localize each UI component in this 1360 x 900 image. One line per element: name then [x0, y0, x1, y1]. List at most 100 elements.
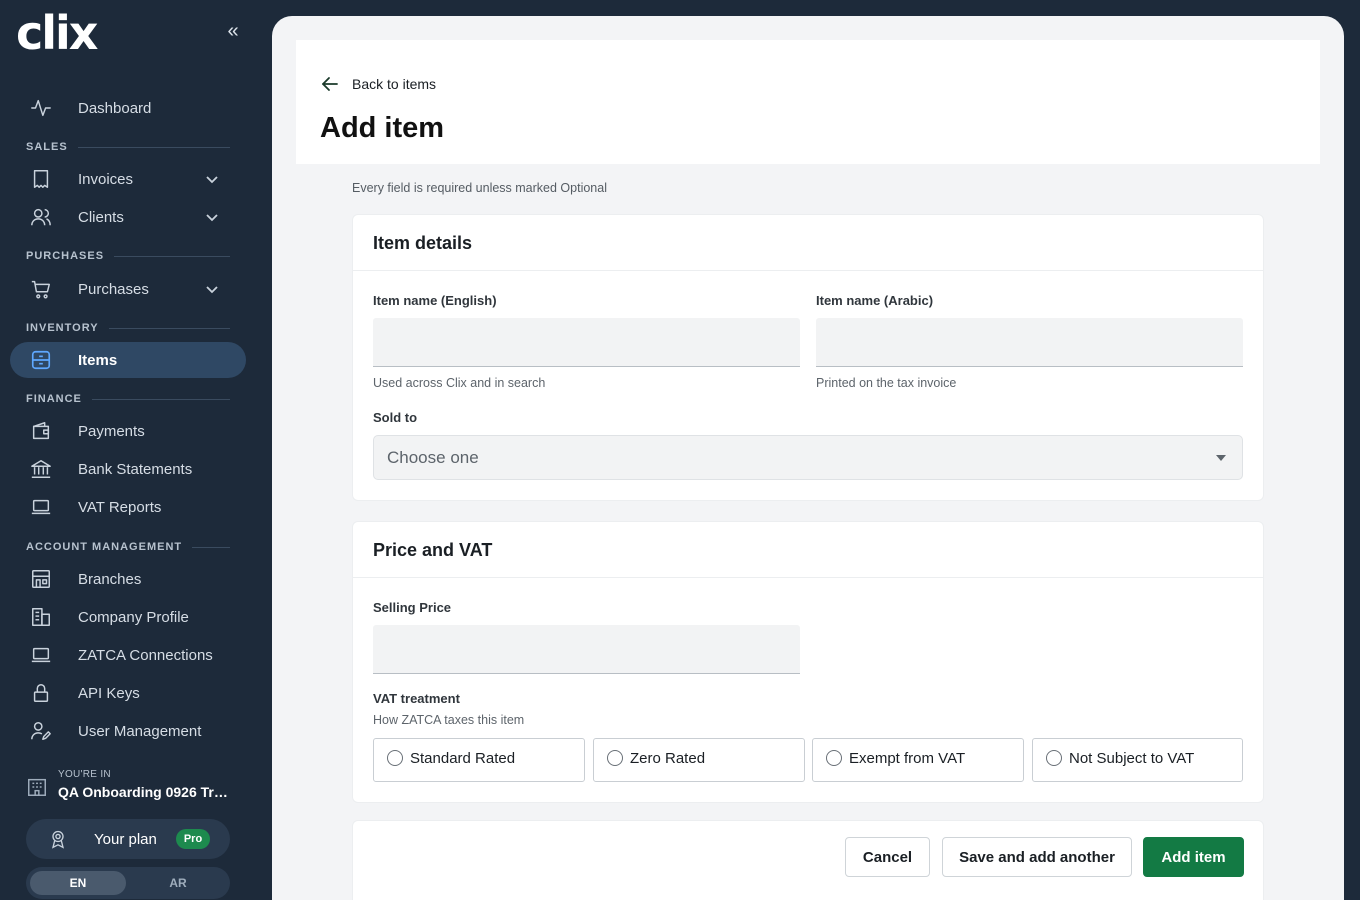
sidebar-item-api-keys[interactable]: API Keys: [10, 675, 246, 711]
chevron-down-icon: [206, 176, 218, 184]
language-toggle: EN AR: [26, 867, 230, 899]
item-name-en-input[interactable]: [373, 318, 800, 367]
card-header: Item details: [353, 215, 1263, 271]
sidebar-item-bank-statements[interactable]: Bank Statements: [10, 451, 246, 487]
selling-price-input[interactable]: [373, 625, 800, 674]
sidebar-item-user-management[interactable]: User Management: [10, 713, 246, 749]
main-content: Back to items Add item Every field is re…: [272, 16, 1344, 900]
radio-label: Zero Rated: [630, 750, 706, 767]
sidebar-item-clients[interactable]: Clients: [10, 199, 246, 235]
users-icon: [31, 208, 51, 226]
sidebar-item-invoices[interactable]: Invoices: [10, 161, 246, 197]
sold-to-select[interactable]: Choose one: [373, 435, 1243, 480]
sidebar-item-label: Clients: [78, 208, 124, 226]
section-purchases: PURCHASES: [26, 249, 230, 263]
bank-icon: [31, 460, 51, 478]
language-en[interactable]: EN: [30, 871, 126, 895]
award-icon: [52, 830, 64, 849]
divider: [77, 146, 230, 148]
section-label: INVENTORY: [26, 322, 99, 334]
sidebar-item-label: Branches: [78, 570, 142, 588]
vat-option-zero-rated[interactable]: Zero Rated: [593, 738, 805, 782]
back-to-items-link[interactable]: Back to items: [320, 74, 436, 94]
workspace-name: QA Onboarding 0926 Trading: [58, 784, 234, 800]
form-actions: Cancel Save and add another Add item: [352, 820, 1264, 900]
back-label: Back to items: [352, 76, 437, 92]
chevron-down-icon: [206, 214, 218, 222]
clix-logo[interactable]: clix: [16, 6, 98, 60]
sidebar-item-label: Invoices: [78, 170, 134, 188]
radio-circle: [1046, 750, 1062, 766]
save-and-add-another-button[interactable]: Save and add another: [942, 837, 1132, 877]
sidebar-item-label: Payments: [78, 422, 145, 440]
item-details-card: Item details Item name (English) Used ac…: [352, 214, 1264, 501]
sidebar-item-label: VAT Reports: [78, 498, 162, 516]
divider: [108, 327, 230, 329]
sidebar-item-company-profile[interactable]: Company Profile: [10, 599, 246, 635]
cart-icon: [31, 280, 50, 299]
collapse-sidebar-button[interactable]: «: [222, 20, 244, 42]
required-hint: Every field is required unless marked Op…: [352, 181, 607, 195]
sidebar-item-branches[interactable]: Branches: [10, 561, 246, 597]
radio-circle: [826, 750, 842, 766]
sidebar-item-dashboard[interactable]: Dashboard: [10, 90, 246, 126]
section-finance: FINANCE: [26, 392, 230, 406]
item-name-ar-help: Printed on the tax invoice: [816, 376, 957, 390]
wallet-icon: [32, 422, 50, 440]
plan-label: Your plan: [94, 830, 157, 848]
sidebar-item-items[interactable]: Items: [10, 342, 246, 378]
radio-label: Exempt from VAT: [849, 750, 966, 767]
sidebar-item-label: Purchases: [78, 280, 149, 298]
sidebar-item-payments[interactable]: Payments: [10, 413, 246, 449]
sidebar-item-label: Bank Statements: [78, 460, 193, 478]
add-item-button[interactable]: Add item: [1143, 837, 1244, 877]
your-plan-button[interactable]: Your plan Pro: [26, 819, 230, 859]
item-name-en-label: Item name (English): [373, 293, 497, 308]
language-ar[interactable]: AR: [130, 871, 226, 895]
user-edit-icon: [31, 722, 51, 740]
section-label: SALES: [26, 141, 68, 153]
sidebar-item-zatca-connections[interactable]: ZATCA Connections: [10, 637, 246, 673]
building-icon: [28, 778, 46, 796]
section-sales: SALES: [26, 140, 230, 154]
workspace-caption: YOU'RE IN: [58, 769, 111, 780]
radio-circle: [607, 750, 623, 766]
item-name-ar-input[interactable]: [816, 318, 1243, 367]
radio-circle: [387, 750, 403, 766]
double-chevron-left-icon: «: [227, 20, 239, 42]
lock-icon: [33, 684, 49, 702]
store-icon: [32, 570, 50, 588]
radio-label: Standard Rated: [410, 750, 516, 767]
building-icon: [32, 608, 50, 626]
price-vat-card: Price and VAT Selling Price VAT treatmen…: [352, 521, 1264, 803]
section-label: PURCHASES: [26, 250, 105, 262]
sidebar-item-vat-reports[interactable]: VAT Reports: [10, 489, 246, 525]
cancel-button[interactable]: Cancel: [845, 837, 930, 877]
vat-treatment-help: How ZATCA taxes this item: [373, 713, 525, 727]
vat-option-exempt[interactable]: Exempt from VAT: [812, 738, 1024, 782]
chevron-down-icon: [206, 286, 218, 294]
divider: [114, 255, 230, 257]
sidebar: clix « Dashboard SALES Invoices Clients …: [0, 0, 272, 900]
logo-text: clix: [16, 6, 98, 60]
section-account-management: ACCOUNT MANAGEMENT: [26, 540, 230, 554]
sidebar-item-purchases[interactable]: Purchases: [10, 271, 246, 307]
divider: [192, 546, 230, 548]
sidebar-item-label: Items: [78, 351, 118, 369]
vat-option-not-subject[interactable]: Not Subject to VAT: [1032, 738, 1243, 782]
vat-treatment-label: VAT treatment: [373, 691, 460, 706]
sidebar-item-label: Company Profile: [78, 608, 189, 626]
card-header: Price and VAT: [353, 522, 1263, 578]
sidebar-item-label: API Keys: [78, 684, 140, 702]
sidebar-item-label: User Management: [78, 722, 202, 740]
item-name-en-help: Used across Clix and in search: [373, 376, 546, 390]
radio-label: Not Subject to VAT: [1069, 750, 1195, 767]
sold-to-label: Sold to: [373, 410, 418, 425]
caret-down-icon: [1216, 455, 1226, 461]
section-inventory: INVENTORY: [26, 321, 230, 335]
sidebar-item-label: ZATCA Connections: [78, 646, 213, 664]
workspace-switcher[interactable]: YOU'RE IN QA Onboarding 0926 Trading: [26, 768, 236, 804]
page-header: Back to items Add item: [296, 40, 1320, 164]
arrow-left-icon: [322, 77, 338, 91]
vat-option-standard-rated[interactable]: Standard Rated: [373, 738, 585, 782]
